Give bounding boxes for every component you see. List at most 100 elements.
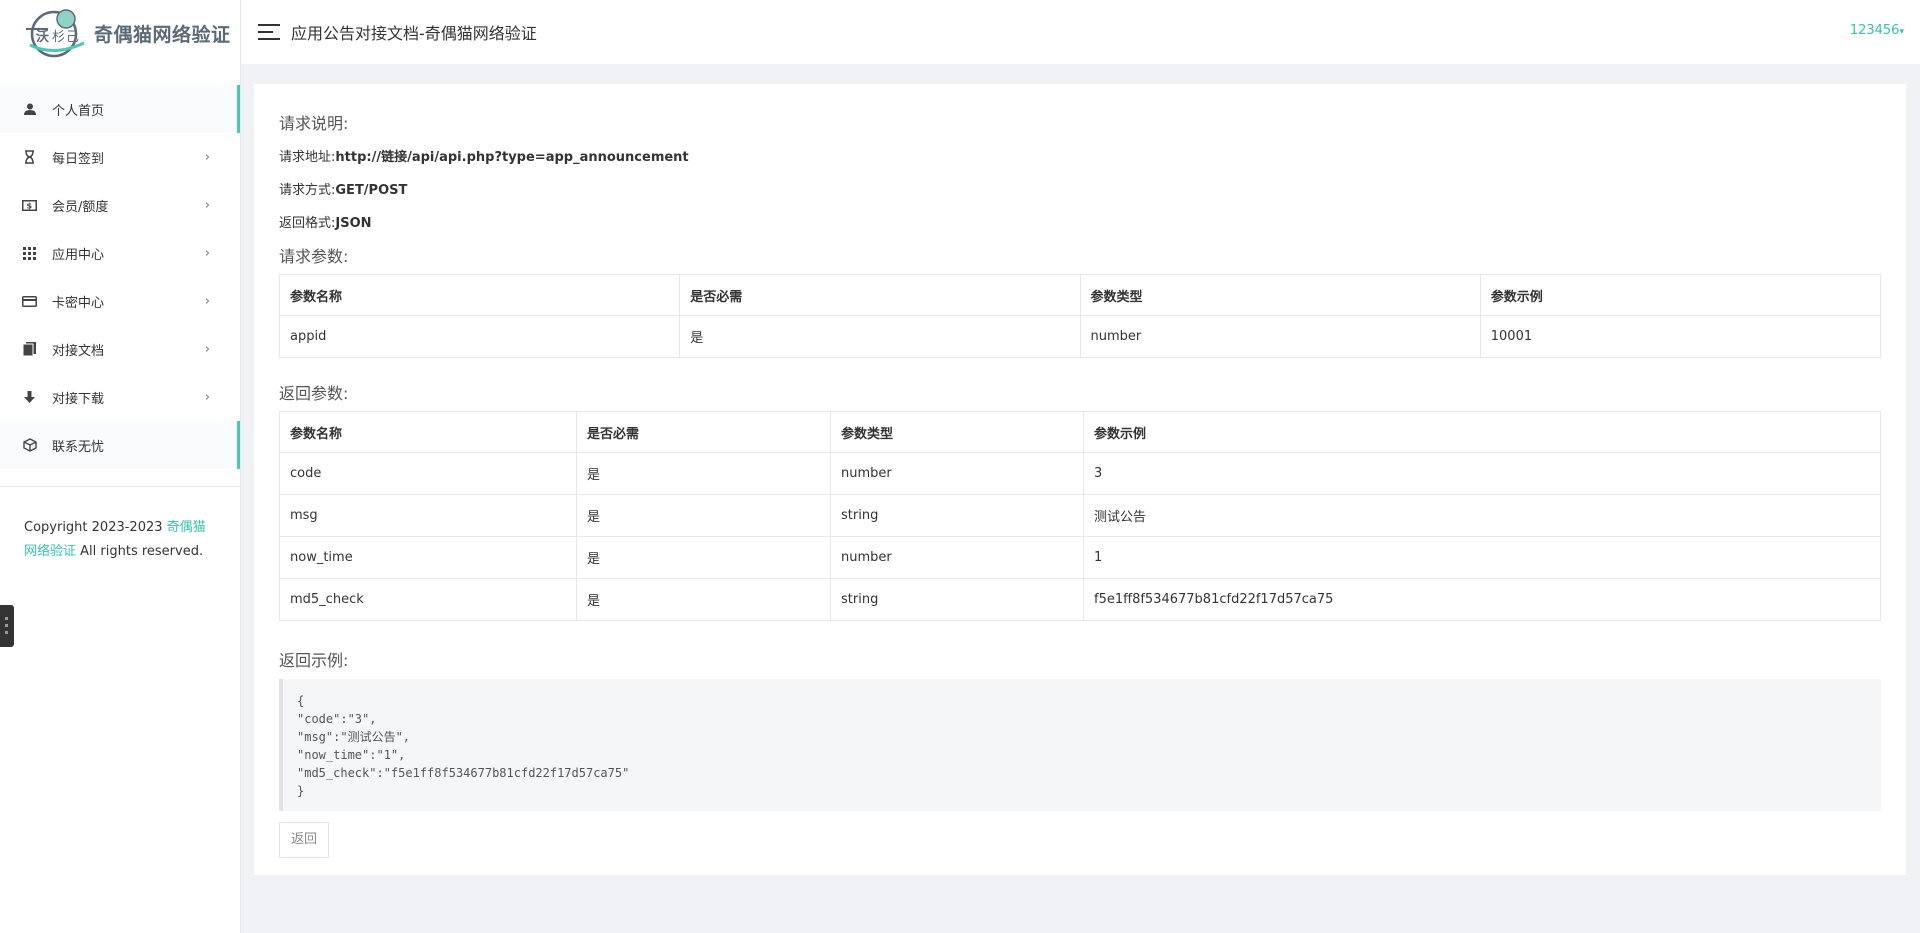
table-row: md5_check 是 string f5e1ff8f534677b81cfd2… — [279, 578, 1881, 621]
chevron-right-icon: › — [204, 245, 210, 261]
table-cell: 是 — [679, 315, 1081, 358]
caret-down-icon: ▾ — [1899, 27, 1904, 37]
sidebar-item-home[interactable]: 个人首页 — [0, 85, 240, 133]
book-icon — [22, 342, 37, 357]
sidebar-item-label: 对接文档 — [52, 343, 105, 359]
sidebar-item-contact[interactable]: 联系无忧 — [0, 421, 240, 469]
table-cell: msg — [279, 494, 577, 537]
sidebar-item-label: 应用中心 — [52, 247, 105, 263]
table-cell: number — [1079, 315, 1481, 358]
table-cell: string — [830, 578, 1084, 621]
svg-text:$: $ — [27, 201, 33, 210]
table-cell: appid — [278, 315, 681, 358]
request-method: GET/POST — [335, 183, 408, 198]
code-line: "now_time":"1", — [297, 748, 406, 762]
table-header-cell: 是否必需 — [679, 274, 1081, 316]
grid-icon — [22, 246, 37, 261]
code-line: } — [297, 784, 305, 798]
table-cell: code — [279, 452, 577, 495]
section-title-example: 返回示例: — [279, 651, 349, 670]
table-header-cell: 参数名称 — [278, 274, 681, 316]
sidebar: 沃 杉 己 奇偶猫网络验证 个人首页 每日签到 › $ 会员/额度 › 应用中心… — [0, 0, 241, 933]
response-params-table: 参数名称 是否必需 参数类型 参数示例 code 是 number 3 msg … — [279, 411, 1881, 621]
sidebar-item-download[interactable]: 对接下载 › — [0, 373, 240, 421]
section-title-response-params: 返回参数: — [279, 384, 349, 403]
copyright-suffix: All rights reserved. — [76, 544, 204, 559]
response-format: JSON — [335, 216, 372, 231]
table-row: msg 是 string 测试公告 — [279, 494, 1881, 537]
hamburger-menu-icon[interactable] — [258, 24, 280, 40]
sidebar-item-label: 联系无忧 — [52, 439, 105, 455]
sidebar-item-signin[interactable]: 每日签到 › — [0, 133, 240, 181]
request-method-line: 请求方式:GET/POST — [279, 179, 1881, 198]
page-title: 应用公告对接文档-奇偶猫网络验证 — [291, 24, 537, 43]
card-icon — [22, 294, 37, 309]
sidebar-item-label: 每日签到 — [52, 151, 105, 167]
request-params-table: 参数名称 是否必需 参数类型 参数示例 appid 是 number 10001 — [278, 274, 1882, 358]
sidebar-item-cards[interactable]: 卡密中心 › — [0, 277, 240, 325]
table-header-cell: 参数示例 — [1083, 411, 1881, 453]
chevron-right-icon: › — [204, 149, 210, 165]
sidebar-item-label: 会员/额度 — [52, 199, 109, 215]
request-url-line: 请求地址:http://链接/api/api.php?type=app_anno… — [279, 146, 1881, 165]
table-row: appid 是 number 10001 — [278, 315, 1882, 358]
table-cell: now_time — [279, 536, 577, 579]
table-cell: 3 — [1083, 452, 1881, 495]
doc-card: 请求说明: 请求地址:http://链接/api/api.php?type=ap… — [254, 84, 1906, 875]
chevron-right-icon: › — [204, 197, 210, 213]
sidebar-item-label: 卡密中心 — [52, 295, 105, 311]
table-cell: number — [830, 452, 1084, 495]
table-cell: 测试公告 — [1083, 494, 1881, 537]
table-cell: md5_check — [279, 578, 577, 621]
request-url: http://链接/api/api.php?type=app_announcem… — [335, 150, 689, 165]
code-line: "code":"3", — [297, 712, 377, 726]
response-example-code: { "code":"3", "msg":"测试公告", "now_time":"… — [279, 679, 1881, 811]
side-drawer-handle[interactable] — [0, 605, 14, 647]
user-icon — [22, 102, 37, 117]
sidebar-item-membership[interactable]: $ 会员/额度 › — [0, 181, 240, 229]
brand-name: 奇偶猫网络验证 — [94, 23, 231, 46]
code-line: "msg":"测试公告", — [297, 730, 411, 744]
table-cell: string — [830, 494, 1084, 537]
table-row: now_time 是 number 1 — [279, 536, 1881, 579]
table-row: code 是 number 3 — [279, 452, 1881, 495]
table-header-cell: 参数名称 — [279, 411, 577, 453]
table-cell: 是 — [576, 578, 831, 621]
table-cell: f5e1ff8f534677b81cfd22f17d57ca75 — [1083, 578, 1881, 621]
sidebar-item-docs[interactable]: 对接文档 › — [0, 325, 240, 373]
table-cell: 是 — [576, 452, 831, 495]
username: 123456 — [1849, 23, 1900, 38]
money-icon: $ — [22, 198, 37, 213]
hourglass-icon — [22, 150, 37, 165]
chevron-right-icon: › — [204, 341, 210, 357]
copyright: Copyright 2023-2023 奇偶猫网络验证 All rights r… — [0, 487, 240, 593]
table-cell: 10001 — [1479, 315, 1882, 358]
svg-text:己: 己 — [66, 30, 79, 45]
top-header: 应用公告对接文档-奇偶猫网络验证 123456▾ — [241, 0, 1920, 64]
chevron-right-icon: › — [204, 389, 210, 405]
cat-logo-icon: 沃 杉 己 — [18, 7, 92, 59]
request-method-label: 请求方式: — [279, 183, 336, 198]
section-title-request-params: 请求参数: — [279, 247, 349, 266]
table-cell: number — [830, 536, 1084, 579]
sidebar-item-label: 个人首页 — [52, 103, 105, 119]
table-header-cell: 参数类型 — [830, 411, 1084, 453]
table-header-row: 参数名称 是否必需 参数类型 参数示例 — [278, 274, 1882, 316]
back-button[interactable]: 返回 — [279, 822, 330, 858]
table-header-cell: 是否必需 — [576, 411, 831, 453]
table-cell: 是 — [576, 494, 831, 537]
sidebar-item-apps[interactable]: 应用中心 › — [0, 229, 240, 277]
sidebar-nav: 个人首页 每日签到 › $ 会员/额度 › 应用中心 › 卡密中心 › 对接文档… — [0, 85, 240, 469]
user-menu[interactable]: 123456▾ — [1850, 23, 1904, 38]
svg-text:沃: 沃 — [36, 29, 49, 45]
response-format-label: 返回格式: — [279, 216, 336, 231]
logo[interactable]: 沃 杉 己 奇偶猫网络验证 — [0, 0, 240, 66]
table-cell: 是 — [576, 536, 831, 579]
response-format-line: 返回格式:JSON — [279, 212, 1881, 231]
svg-text:杉: 杉 — [52, 30, 65, 45]
sidebar-item-label: 对接下载 — [52, 391, 105, 407]
code-line: "md5_check":"f5e1ff8f534677b81cfd22f17d5… — [297, 766, 630, 780]
table-header-cell: 参数类型 — [1079, 274, 1481, 316]
section-title-request-desc: 请求说明: — [279, 114, 349, 133]
code-line: { — [297, 694, 305, 708]
